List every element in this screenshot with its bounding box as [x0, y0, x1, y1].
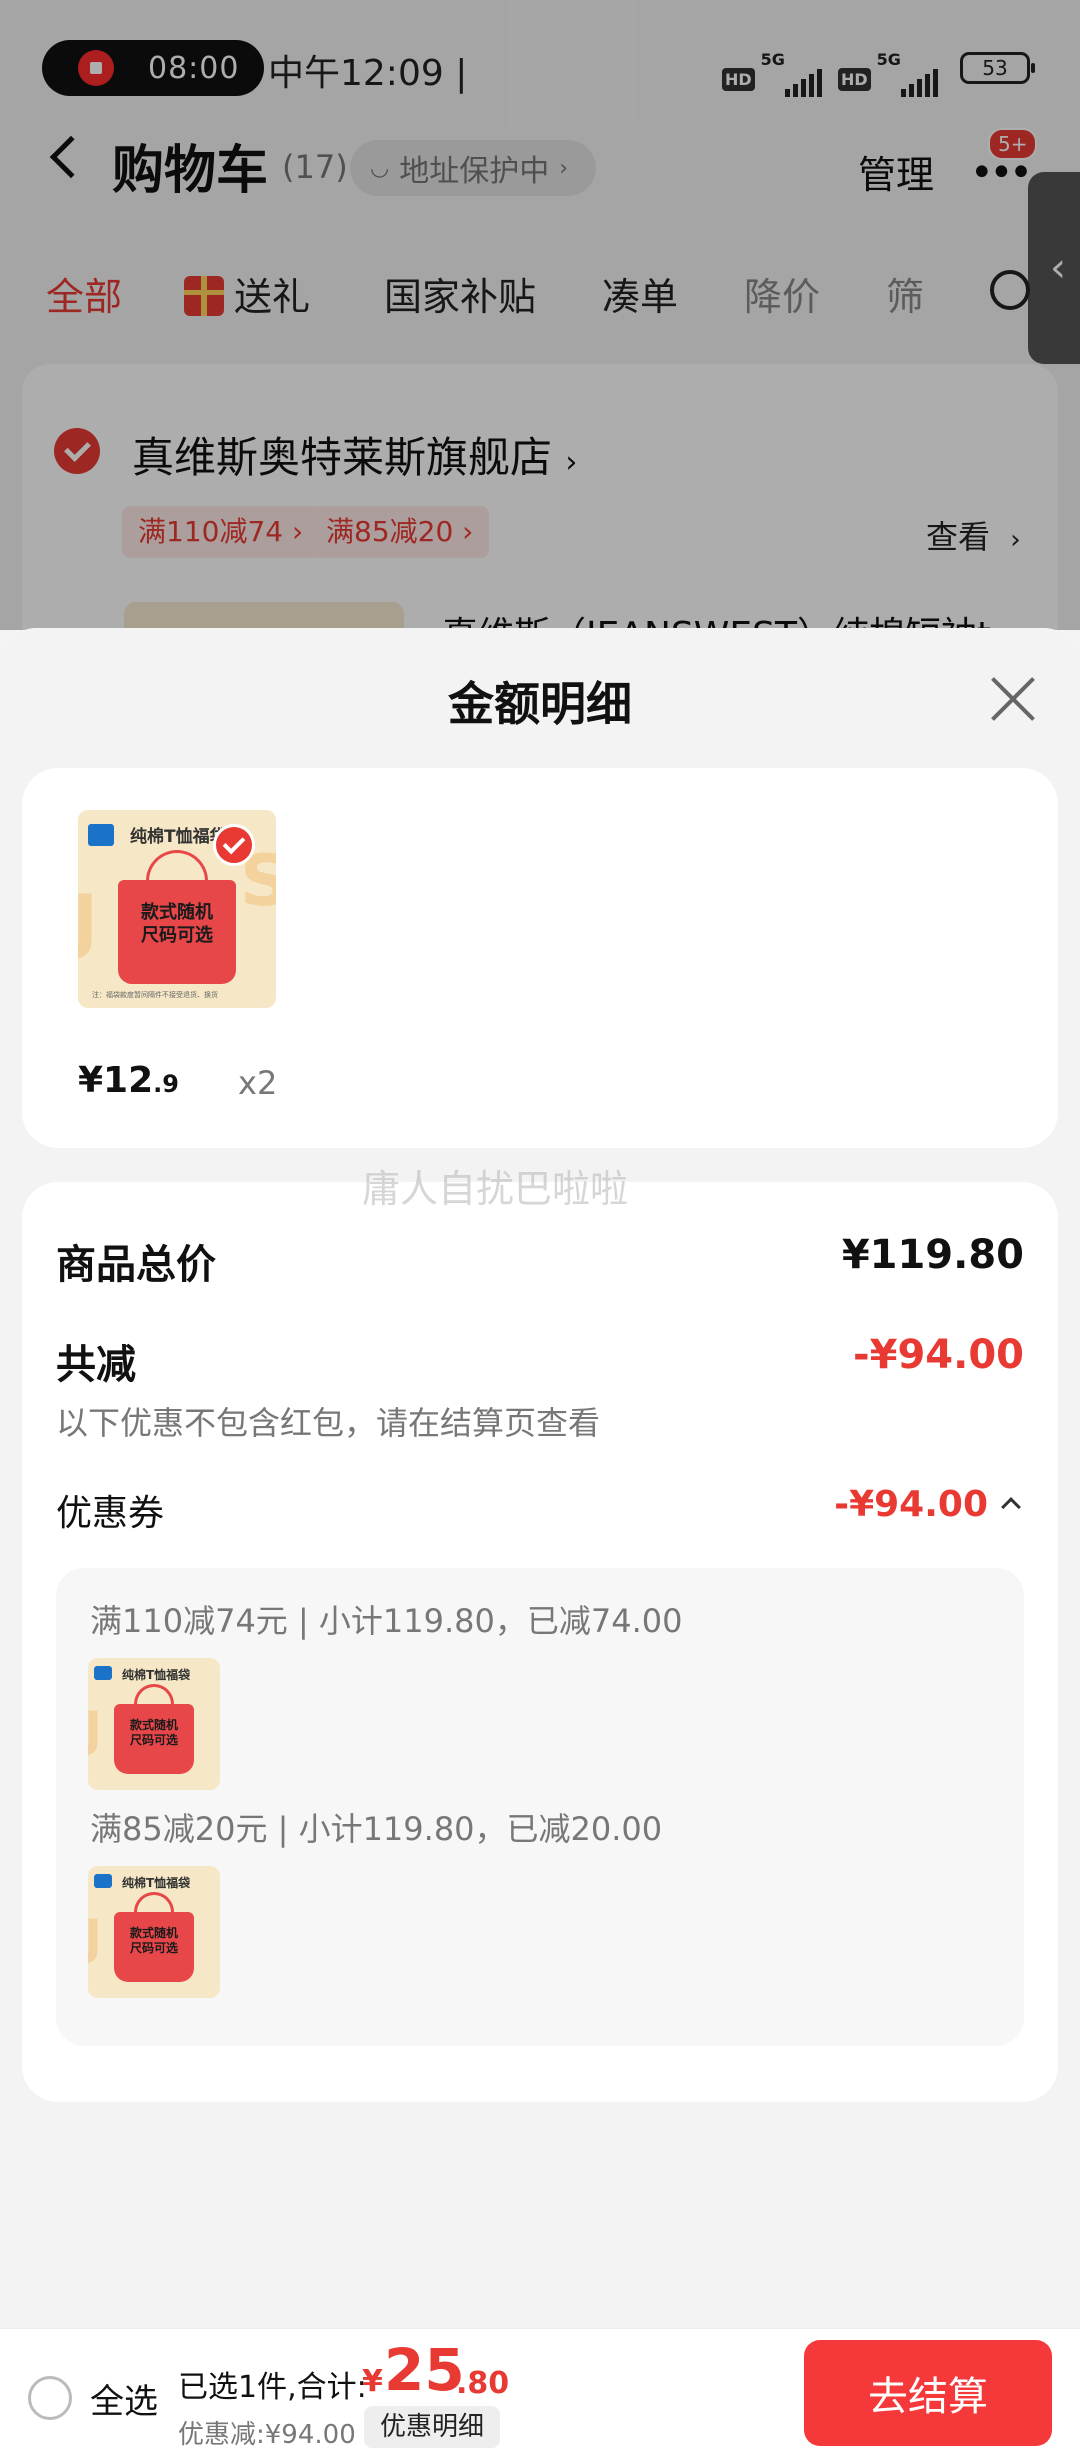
- decoration: J: [78, 880, 99, 962]
- bag-text-line: 款式随机: [129, 1926, 178, 1940]
- select-all-label[interactable]: 全选: [90, 2374, 158, 2423]
- coupon-line: 满110减74元 | 小计119.80，已减74.00: [90, 1602, 683, 1640]
- goods-total-value: ¥119.80: [841, 1232, 1024, 1278]
- bag-text-line: 尺码可选: [141, 924, 213, 946]
- coupon-toggle[interactable]: -¥94.00: [834, 1484, 1021, 1525]
- total-amount: 25: [384, 2336, 465, 2404]
- total-reduction-value: -¥94.00: [853, 1332, 1024, 1378]
- discount-detail-button[interactable]: 优惠明细: [364, 2406, 501, 2448]
- bag-handle: [146, 850, 208, 884]
- coupon-line: 满85减20元 | 小计119.80，已减20.00: [90, 1810, 663, 1848]
- total-amount-decimal: .80: [456, 2366, 510, 2401]
- product-image-footnote: 注：福袋款度暂间隔件不接受退货、换货: [92, 991, 218, 999]
- bag-handle: [134, 1892, 174, 1914]
- chevron-up-icon: [1001, 1497, 1021, 1517]
- discount-note: 以下优惠不包含红包，请在结算页查看: [56, 1404, 601, 1442]
- item-price-int: ¥12: [78, 1060, 154, 1101]
- coupon-value: -¥94.00: [834, 1484, 988, 1525]
- amount-detail-sheet: 金额明细 纯棉T恤福袋 J S 款式随机 尺码可选 注：福袋款度暂间隔件不接受退…: [0, 628, 1080, 2330]
- item-price-dec: .9: [153, 1070, 179, 1098]
- bag-text-line: 尺码可选: [129, 1733, 178, 1747]
- bag-text: 款式随机 尺码可选: [114, 1926, 194, 1956]
- total-reduction-label: 共减: [56, 1342, 136, 1388]
- bag-text: 款式随机 尺码可选: [118, 902, 236, 947]
- item-price: ¥12.9: [78, 1060, 179, 1101]
- brand-logo: [94, 1666, 112, 1680]
- coupon-label: 优惠券: [56, 1493, 165, 1534]
- coupon-product-image[interactable]: 纯棉T恤福袋 J 款式随机 尺码可选: [88, 1658, 220, 1790]
- bag-text-line: 尺码可选: [129, 1941, 178, 1955]
- close-icon[interactable]: [990, 676, 1036, 722]
- bag-text-line: 款式随机: [129, 1718, 178, 1732]
- item-quantity: x2: [238, 1064, 278, 1102]
- decoration: J: [88, 1910, 102, 1966]
- bag-text-line: 款式随机: [141, 902, 213, 923]
- brand-logo: [94, 1874, 112, 1888]
- product-image-title: 纯棉T恤福袋: [122, 1876, 191, 1890]
- brand-logo: [88, 824, 114, 846]
- bag-handle: [134, 1684, 174, 1706]
- item-selected-checkbox[interactable]: [213, 824, 255, 866]
- checkout-button[interactable]: 去结算: [804, 2340, 1052, 2446]
- watermark: 庸人自扰巴啦啦: [362, 1167, 629, 1211]
- bag-text: 款式随机 尺码可选: [114, 1718, 194, 1748]
- sheet-title: 金额明细: [448, 677, 632, 731]
- selected-summary: 已选1件,合计:: [178, 2370, 367, 2405]
- select-all-checkbox[interactable]: [28, 2376, 72, 2420]
- coupon-product-image[interactable]: 纯棉T恤福袋 J 款式随机 尺码可选: [88, 1866, 220, 1998]
- modal-overlay[interactable]: [0, 0, 1080, 630]
- product-image-title: 纯棉T恤福袋: [122, 1668, 191, 1682]
- decoration: J: [88, 1702, 102, 1758]
- discount-summary: 优惠减:¥94.00: [178, 2420, 356, 2450]
- goods-total-label: 商品总价: [56, 1242, 216, 1288]
- total-currency: ¥: [362, 2364, 383, 2399]
